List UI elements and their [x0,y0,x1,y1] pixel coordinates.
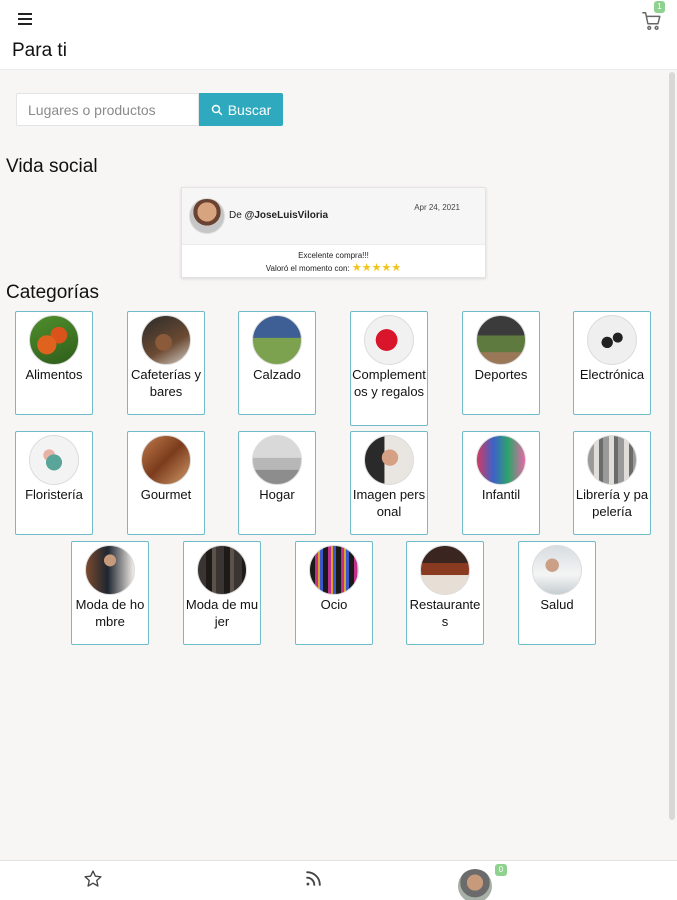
rss-icon [306,871,321,886]
cart-button[interactable]: 1 [641,1,665,32]
hamburger-icon [18,13,32,15]
womenswear-photo [197,545,247,595]
hamburger-menu-button[interactable] [16,10,38,28]
scrollbar[interactable] [669,72,675,820]
category-label: Electrónica [579,367,645,382]
category-electronica[interactable]: Electrónica [573,311,651,415]
category-label: Restaurantes [409,597,481,629]
categories-section-title: Categorías [6,282,99,303]
category-calzado[interactable]: Calzado [238,311,316,415]
category-label: Infantil [481,487,521,502]
earbuds-photo [587,315,637,365]
category-ocio[interactable]: Ocio [295,541,373,645]
category-restaurantes[interactable]: Restaurantes [406,541,484,645]
gift-photo [364,315,414,365]
category-label: Hogar [259,487,295,502]
category-label: Ocio [320,597,348,612]
category-label: Cafeterías y bares [130,367,202,399]
category-gourmet[interactable]: Gourmet [127,431,205,535]
category-deportes[interactable]: Deportes [462,311,540,415]
search-icon [211,104,222,115]
review-username[interactable]: @JoseLuisViloria [245,210,329,221]
search-button-label: Buscar [227,101,272,118]
category-label: Gourmet [140,487,192,502]
books-photo [587,435,637,485]
avatar[interactable] [458,869,492,900]
coffee-photo [141,315,191,365]
star-rating-icon: ★★★★★ [351,262,402,274]
category-label: Alimentos [25,367,83,382]
avatar [189,198,225,234]
category-floristeria[interactable]: Floristería [15,431,93,535]
favorites-tab[interactable] [83,869,103,894]
category-complementos[interactable]: Complementos y regalos [350,311,428,426]
review-date: Apr 24, 2021 [414,203,460,212]
category-salud[interactable]: Salud [518,541,596,645]
bottom-navigation: 0 [0,860,677,900]
category-imagen-personal[interactable]: Imagen personal [350,431,428,535]
category-alimentos[interactable]: Alimentos [15,311,93,415]
restaurant-photo [420,545,470,595]
category-label: Complementos y regalos [352,367,426,399]
review-card[interactable]: De @JoseLuisViloria Apr 24, 2021 Excelen… [181,187,486,278]
kids-photo [476,435,526,485]
category-libreria[interactable]: Librería y papelería [573,431,651,535]
gourmet-photo [141,435,191,485]
category-label: Moda de hombre [75,597,145,629]
profile-badge: 0 [495,864,507,876]
category-label: Deportes [474,367,528,382]
category-label: Librería y papelería [575,487,649,519]
cart-count-badge: 1 [654,1,665,13]
beauty-photo [364,435,414,485]
search-button[interactable]: Buscar [199,93,283,126]
home-photo [252,435,302,485]
flowers-photo [29,435,79,485]
category-label: Floristería [25,487,83,502]
leisure-photo [309,545,359,595]
social-section-title: Vida social [6,156,98,177]
category-label: Imagen personal [352,487,426,519]
sports-photo [476,315,526,365]
category-label: Salud [540,597,574,612]
category-hogar[interactable]: Hogar [238,431,316,535]
category-label: Moda de mujer [185,597,259,629]
top-bar: Para ti 1 [0,0,677,70]
category-moda-hombre[interactable]: Moda de hombre [71,541,149,645]
page-title: Para ti [12,40,67,61]
review-text: Excelente compra!!! [298,251,369,260]
review-rating-label: Valoró el momento con: [265,264,350,273]
vegetables-photo [29,315,79,365]
star-icon [84,870,102,887]
category-label: Calzado [253,367,301,382]
category-moda-mujer[interactable]: Moda de mujer [183,541,261,645]
search-input[interactable] [16,93,199,126]
health-photo [532,545,582,595]
review-author: De @JoseLuisViloria [229,210,329,221]
category-infantil[interactable]: Infantil [462,431,540,535]
feed-tab[interactable] [304,869,323,893]
shoes-photo [252,315,302,365]
category-cafeterias[interactable]: Cafeterías y bares [127,311,205,415]
cart-icon [642,12,661,30]
menswear-photo [85,545,135,595]
